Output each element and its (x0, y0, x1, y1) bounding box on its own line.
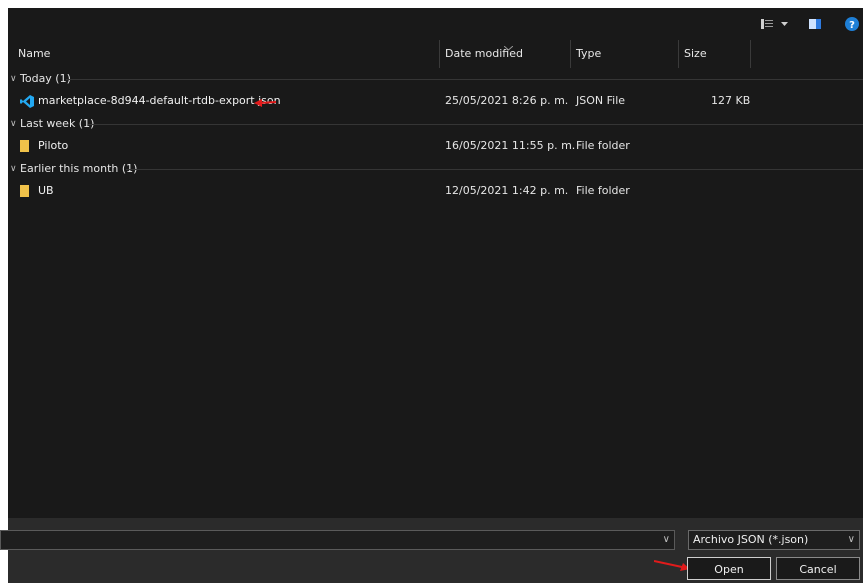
sort-chevron-icon (503, 41, 514, 54)
column-divider[interactable] (439, 40, 440, 68)
group-divider (126, 169, 863, 170)
filename-combobox[interactable]: ∨ (0, 530, 675, 550)
collapse-chevron-icon: ∨ (10, 74, 17, 84)
file-name: UB (38, 184, 54, 197)
folder-icon (20, 185, 32, 197)
view-dropdown-icon[interactable] (779, 16, 789, 32)
file-name: Piloto (38, 139, 69, 152)
cancel-button[interactable]: Cancel (776, 557, 860, 580)
annotation-arrow (254, 97, 277, 110)
file-size: 127 KB (711, 94, 751, 107)
view-options-icon[interactable] (760, 16, 774, 32)
preview-pane-icon[interactable] (808, 16, 822, 32)
annotation-arrow (653, 559, 690, 574)
collapse-chevron-icon: ∨ (10, 164, 17, 174)
date-modified: 16/05/2021 11:55 p. m. (445, 139, 576, 152)
svg-text:?: ? (849, 20, 855, 31)
chevron-down-icon[interactable]: ∨ (848, 531, 855, 549)
help-icon[interactable]: ? (844, 16, 860, 32)
file-name: marketplace-8d944-default-rtdb-export.js… (38, 94, 281, 107)
group-divider (66, 79, 863, 80)
dialog-footer: ∨ Archivo JSON (*.json) ∨ Open Cancel (0, 518, 863, 583)
file-type: File folder (576, 184, 630, 197)
open-button[interactable]: Open (687, 557, 771, 580)
filetype-value: Archivo JSON (*.json) (693, 533, 809, 546)
group-header-last-week[interactable]: ∨ Last week (1) (8, 116, 863, 132)
group-label: Today (1) (20, 72, 71, 85)
file-row-json[interactable]: marketplace-8d944-default-rtdb-export.js… (8, 90, 863, 112)
group-header-earlier-this-month[interactable]: ∨ Earlier this month (1) (8, 161, 863, 177)
column-divider[interactable] (750, 40, 751, 68)
group-label: Last week (1) (20, 117, 95, 130)
chevron-down-icon[interactable]: ∨ (663, 534, 670, 545)
file-row-ub[interactable]: UB 12/05/2021 1:42 p. m. File folder (8, 180, 863, 202)
collapse-chevron-icon: ∨ (10, 119, 17, 129)
toolbar: ? (8, 8, 863, 40)
file-open-dialog: ? Name Date modified Type Size ∨ Today (… (0, 8, 863, 583)
column-header: Name Date modified Type Size (8, 40, 863, 68)
column-size[interactable]: Size (684, 40, 707, 68)
group-header-today[interactable]: ∨ Today (1) (8, 71, 863, 87)
column-type[interactable]: Type (576, 40, 601, 68)
file-type: File folder (576, 139, 630, 152)
column-divider[interactable] (678, 40, 679, 68)
column-divider[interactable] (570, 40, 571, 68)
date-modified: 25/05/2021 8:26 p. m. (445, 94, 569, 107)
group-divider (88, 124, 863, 125)
file-row-piloto[interactable]: Piloto 16/05/2021 11:55 p. m. File folde… (8, 135, 863, 157)
filetype-select[interactable]: Archivo JSON (*.json) ∨ (688, 530, 860, 550)
vscode-icon (20, 95, 34, 108)
group-label: Earlier this month (1) (20, 162, 138, 175)
column-name[interactable]: Name (18, 40, 50, 68)
file-type: JSON File (576, 94, 626, 107)
folder-icon (20, 140, 32, 152)
date-modified: 12/05/2021 1:42 p. m. (445, 184, 569, 197)
